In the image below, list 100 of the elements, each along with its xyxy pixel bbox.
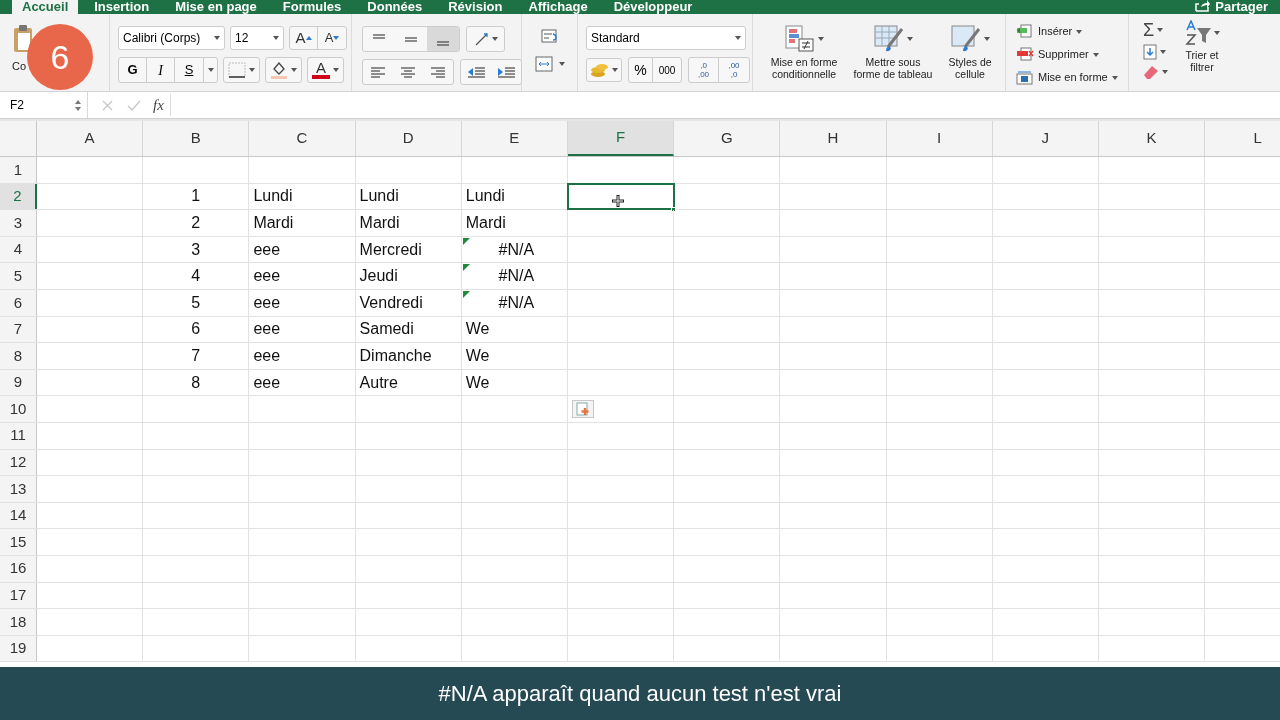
row-header[interactable]: 10 [0, 396, 37, 422]
caret-icon[interactable] [612, 68, 618, 72]
ribbon-tab[interactable]: Développeur [603, 0, 703, 14]
ribbon-tab[interactable]: Formules [272, 0, 352, 14]
caret-icon[interactable] [906, 37, 913, 41]
column-header[interactable]: G [674, 121, 781, 156]
caret-icon[interactable] [735, 36, 741, 40]
decrease-decimal-button[interactable]: ,00 ,0 [719, 58, 749, 82]
insert-function-button[interactable]: fx [153, 93, 171, 117]
align-left-icon[interactable] [370, 65, 386, 79]
decrease-indent-icon[interactable] [467, 65, 485, 79]
color-swatch-icon[interactable] [312, 75, 330, 79]
ribbon-button[interactable]: Mettre sous forme de tableau [847, 24, 939, 91]
share-icon[interactable] [1195, 0, 1212, 12]
caret-icon[interactable] [492, 37, 498, 41]
ribbon-tab[interactable]: Révision [438, 0, 513, 14]
caret-icon[interactable] [249, 68, 255, 72]
ribbon-tab[interactable]: Accueil [12, 0, 79, 14]
sort-filter-icon[interactable] [1184, 20, 1212, 46]
increase-decimal-button[interactable]: ,0 ,00 [689, 58, 719, 82]
row-header[interactable]: 4 [0, 236, 37, 263]
percent-button[interactable]: % [629, 58, 653, 82]
column-header[interactable]: C [249, 121, 356, 156]
sort-filter-button[interactable]: Trier et filtrer [1178, 20, 1226, 91]
ribbon-tab[interactable]: Insertion [84, 0, 160, 14]
down-arrow-icon[interactable] [333, 36, 340, 40]
stepper-icon[interactable] [75, 99, 81, 111]
row-header[interactable]: 8 [0, 343, 37, 369]
font-size-dropdown[interactable]: 12 [230, 26, 284, 50]
conditional-formatting-icon[interactable] [784, 25, 815, 53]
merge-cells-icon[interactable] [534, 56, 553, 72]
ribbon-tab[interactable]: Données [357, 0, 433, 14]
borders-icon[interactable] [228, 62, 246, 78]
ribbon-button[interactable]: Supprimer [1016, 45, 1128, 64]
caret-icon[interactable] [1076, 29, 1083, 34]
format-cells-icon[interactable] [1016, 70, 1034, 85]
column-header[interactable]: L [1205, 121, 1280, 156]
caret-icon[interactable] [207, 68, 214, 72]
paste-button[interactable]: Co [12, 58, 27, 75]
column-header[interactable]: A [37, 121, 144, 156]
row-header[interactable]: 7 [0, 316, 37, 343]
active-cell[interactable] [567, 183, 675, 210]
row-header[interactable]: 18 [0, 609, 37, 635]
fill-down-icon[interactable] [1143, 44, 1157, 60]
column-header[interactable]: J [992, 121, 1099, 156]
row-header[interactable]: 19 [0, 635, 37, 662]
align-center-icon[interactable] [400, 65, 416, 79]
up-arrow-icon[interactable] [305, 36, 312, 40]
fill-handle[interactable] [671, 207, 677, 213]
error-indicator-icon[interactable] [462, 290, 470, 298]
ribbon-button[interactable]: Styles de cellule [941, 24, 999, 91]
insert-cells-icon[interactable] [1016, 24, 1034, 39]
column-header[interactable]: E [461, 121, 568, 156]
thousands-button[interactable]: 000 [653, 58, 681, 82]
caret-icon[interactable] [273, 36, 279, 40]
caret-icon[interactable] [291, 68, 297, 72]
column-header[interactable]: H [780, 121, 887, 156]
row-header[interactable]: 3 [0, 210, 37, 236]
row-header[interactable]: 12 [0, 449, 37, 476]
row-header[interactable]: 14 [0, 502, 37, 529]
autosum-button[interactable]: Σ [1143, 20, 1155, 40]
row-header[interactable]: 11 [0, 422, 37, 449]
table-brush-icon[interactable] [873, 25, 904, 53]
italic-button[interactable]: I [147, 58, 175, 82]
increase-indent-icon[interactable] [497, 65, 515, 79]
row-header[interactable]: 1 [0, 157, 37, 183]
ribbon-button[interactable]: Mise en forme [1016, 68, 1128, 87]
wrap-text-icon[interactable] [540, 28, 559, 44]
shrink-font-button[interactable]: A [318, 27, 346, 49]
caret-icon[interactable] [214, 36, 220, 40]
row-header[interactable]: 17 [0, 582, 37, 609]
delete-cells-icon[interactable] [1016, 47, 1034, 62]
caret-icon[interactable] [558, 62, 565, 66]
row-header[interactable]: 16 [0, 555, 37, 582]
row-header[interactable]: 9 [0, 369, 37, 396]
row-header[interactable]: 6 [0, 289, 37, 316]
caret-icon[interactable] [983, 37, 990, 41]
caret-icon[interactable] [817, 37, 824, 41]
ribbon-tab[interactable]: Mise en page [165, 0, 267, 14]
caret-icon[interactable] [1213, 31, 1220, 35]
paste-options-icon[interactable] [571, 400, 594, 419]
error-indicator-icon[interactable] [462, 237, 470, 245]
share-button[interactable]: Partager [1195, 0, 1268, 14]
fill-color-icon[interactable] [270, 61, 288, 79]
font-name-dropdown[interactable]: Calibri (Corps) [118, 26, 225, 50]
column-header[interactable]: B [143, 121, 250, 156]
ribbon-button[interactable]: Mise en forme conditionnelle [763, 24, 845, 91]
eraser-icon[interactable] [1143, 64, 1159, 80]
caret-icon[interactable] [333, 68, 339, 72]
row-header[interactable]: 15 [0, 529, 37, 555]
column-header[interactable]: I [886, 121, 993, 156]
underline-button[interactable]: S [175, 58, 203, 82]
row-header[interactable]: 2 [0, 183, 37, 210]
cursor-icon[interactable] [611, 194, 624, 207]
column-header[interactable]: D [355, 121, 462, 156]
cell-brush-icon[interactable] [950, 25, 981, 53]
caret-icon[interactable] [1092, 52, 1099, 57]
ribbon-tab[interactable]: Affichage [518, 0, 598, 14]
row-header[interactable]: 5 [0, 263, 37, 289]
name-box[interactable]: F2 [0, 92, 88, 118]
